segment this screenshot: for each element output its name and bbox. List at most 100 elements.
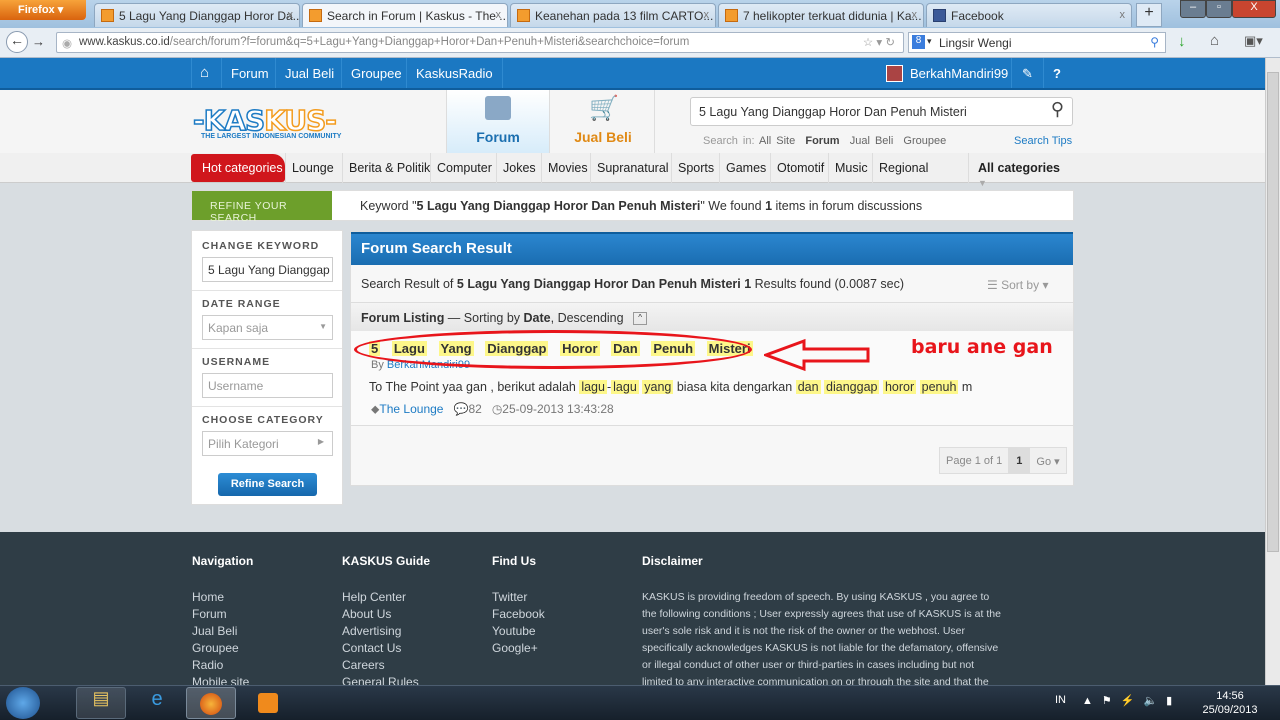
show-hidden-icons-icon: ▲ [1082,695,1102,707]
scrollbar-thumb[interactable] [1267,72,1279,552]
internet-explorer-icon[interactable]: e [136,688,178,718]
search-engine-dropdown-icon[interactable]: ▾ [927,36,932,47]
browser-tab[interactable]: Keanehan pada 13 film CARTO... x [510,3,716,27]
close-tab-icon[interactable]: x [288,9,294,21]
explorer-icon[interactable]: ▤ [76,687,126,719]
annotation-text: baru ane gan [911,336,1053,358]
search-in-forum[interactable]: Forum [805,135,839,147]
start-button[interactable] [6,687,40,719]
bookmark-star-icon[interactable]: ☆ ▾ ↻ [863,35,895,49]
category-sports[interactable]: Sports [671,153,720,183]
browser-tab[interactable]: Facebook x [926,3,1132,27]
new-tab-button[interactable]: + [1136,3,1162,27]
close-tab-icon[interactable]: x [1120,9,1126,21]
category-regional[interactable]: Regional [872,153,934,183]
search-in-jual-beli[interactable]: Jual Beli [850,135,894,147]
url-bar[interactable]: ◉ www.kaskus.co.id/search/forum?f=forum&q… [56,32,904,53]
close-tab-icon[interactable]: x [912,9,918,21]
shopping-cart-icon: 🛒 [589,95,619,122]
category-link[interactable]: The Lounge [379,402,443,416]
clock[interactable]: 14:56 25/09/2013 [1200,689,1260,717]
sort-by-dropdown[interactable]: ☰ Sort by ▾ [987,278,1048,292]
edit-pencil-icon[interactable]: ✎ [1011,58,1043,88]
category-music[interactable]: Music [828,153,874,183]
collapse-button[interactable]: ^ [633,312,648,326]
category-games[interactable]: Games [719,153,772,183]
logo-tagline: THE LARGEST INDONESIAN COMMUNITY [201,133,342,140]
site-search-input[interactable]: 5 Lagu Yang Dianggap Horor Dan Penuh Mis… [690,97,1073,126]
topnav-groupee[interactable]: Groupee [341,58,411,88]
footer-link[interactable]: Advertising [342,624,401,638]
tray-icons[interactable]: ▲⚑⚡🔈▮ [1082,694,1181,707]
topnav-forum[interactable]: Forum [221,58,278,88]
browser-tab[interactable]: 7 helikopter terkuat didunia | Ka... x [718,3,924,27]
go-dropdown[interactable]: Go ▾ [1030,448,1065,473]
tab-title: 5 Lagu Yang Dianggap Horor Da... [119,9,300,23]
footer-link[interactable]: Contact Us [342,641,401,655]
refine-your-search-button[interactable]: REFINE YOUR SEARCH [192,191,332,224]
footer-link[interactable]: About Us [342,607,391,621]
page-1-button[interactable]: 1 [1008,448,1031,473]
search-in-groupee[interactable]: Groupee [903,135,946,147]
highlighted-term: yang [642,380,674,394]
home-icon[interactable]: ⌂ [191,58,221,88]
media-player-icon[interactable] [246,687,290,719]
download-icon[interactable]: ↓ [1178,33,1186,50]
category-supranatural[interactable]: Supranatural [590,153,675,183]
all-categories-dropdown[interactable]: All categories ▼ [968,153,1074,188]
close-tab-icon[interactable]: x [496,9,502,21]
footer-disclaimer-title: Disclaimer [642,554,703,568]
close-tab-icon[interactable]: x [704,9,710,21]
refine-search-button[interactable]: Refine Search [218,473,317,496]
forum-tab[interactable]: Forum [446,90,550,153]
category-computer[interactable]: Computer [430,153,498,183]
category-jokes[interactable]: Jokes [496,153,542,183]
language-indicator[interactable]: IN [1055,694,1066,706]
help-icon[interactable]: ? [1043,58,1075,88]
footer-link[interactable]: Forum [192,607,227,621]
firefox-menu-button[interactable]: Firefox ▾ [0,0,86,20]
bookmarks-icon[interactable]: ▣▾ [1244,33,1263,49]
footer-link[interactable]: Facebook [492,607,545,621]
footer-link[interactable]: Groupee [192,641,239,655]
close-window-button[interactable]: X [1232,0,1276,18]
forward-button[interactable]: → [32,34,45,49]
footer-link[interactable]: Radio [192,658,223,672]
minimize-button[interactable]: – [1180,0,1206,18]
keyword-input[interactable]: 5 Lagu Yang Dianggap Horor Dan Penuh Mis… [202,257,333,282]
date-range-select[interactable]: Kapan saja ▼ [202,315,333,340]
search-icon[interactable]: ⚲ [1150,35,1159,49]
back-button[interactable]: ← [6,31,28,53]
footer-link[interactable]: Twitter [492,590,527,604]
browser-search-box[interactable]: 8 ▾ Lingsir Wengi ⚲ [908,32,1166,53]
user-avatar[interactable] [886,65,903,82]
search-icon[interactable]: ⚲ [1051,99,1064,120]
hot-categories-button[interactable]: Hot categories [191,154,285,182]
footer-link[interactable]: Youtube [492,624,536,638]
maximize-button[interactable]: ▫ [1206,0,1232,18]
footer-link[interactable]: Jual Beli [192,624,237,638]
category-berita-politik[interactable]: Berita & Politik [342,153,436,183]
username-link[interactable]: BerkahMandiri99 [910,66,1008,81]
category-value: Pilih Kategori [208,437,279,451]
firefox-taskbar-icon[interactable] [186,687,236,719]
topnav-jual-beli[interactable]: Jual Beli [275,58,343,88]
browser-tab[interactable]: 5 Lagu Yang Dianggap Horor Da... x [94,3,300,27]
jual-beli-tab[interactable]: 🛒 Jual Beli [551,90,655,153]
search-tips-link[interactable]: Search Tips [1014,135,1072,147]
home-icon[interactable]: ⌂ [1210,32,1219,49]
username-input[interactable]: Username [202,373,333,398]
category-select[interactable]: Pilih Kategori ▶ [202,431,333,456]
footer-guide-title: KASKUS Guide [342,554,431,568]
footer-link[interactable]: Help Center [342,590,406,604]
category-movies[interactable]: Movies [541,153,594,183]
browser-tab-active[interactable]: Search in Forum | Kaskus - The ... x [302,3,508,27]
footer-link[interactable]: Google+ [492,641,538,655]
category-otomotif[interactable]: Otomotif [770,153,830,183]
category-lounge[interactable]: Lounge [285,153,340,183]
footer-link[interactable]: Careers [342,658,385,672]
topnav-kaskusradio[interactable]: KaskusRadio [406,58,503,88]
search-in-all-site[interactable]: All Site [759,135,795,147]
page-scrollbar[interactable] [1265,58,1280,685]
footer-link[interactable]: Home [192,590,224,604]
